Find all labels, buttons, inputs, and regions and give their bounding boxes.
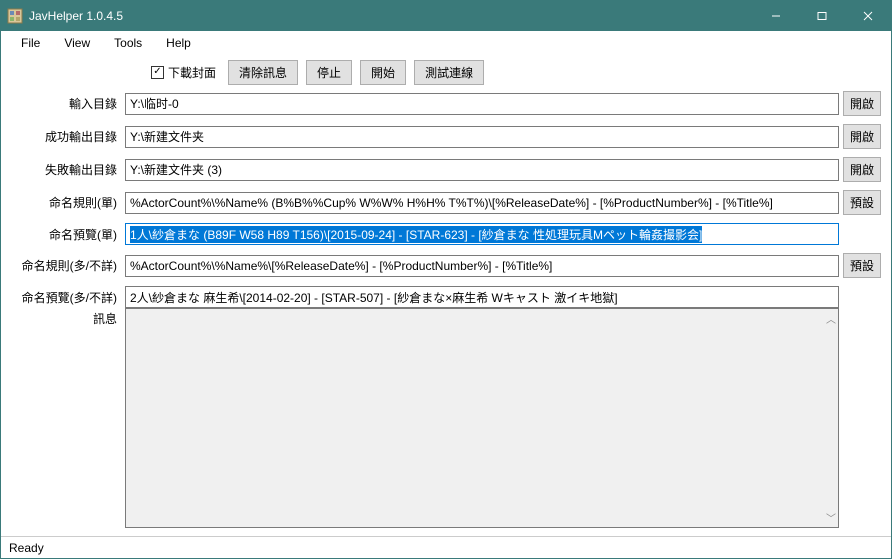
download-cover-label: 下載封面	[168, 64, 216, 81]
preview-single-field[interactable]: 1人\紗倉まな (B89F W58 H89 T156)\[2015-09-24]…	[125, 223, 839, 245]
toolbar: ✓ 下載封面 清除訊息 停止 開始 測試連線	[1, 55, 891, 89]
stop-button[interactable]: 停止	[306, 60, 352, 85]
menu-tools[interactable]: Tools	[102, 33, 154, 53]
label-success-dir: 成功輸出目錄	[11, 128, 121, 145]
row-rule-single: 命名規則(單) 預設	[11, 190, 881, 215]
label-messages: 訊息	[11, 308, 121, 327]
titlebar: JavHelper 1.0.4.5	[1, 1, 891, 31]
label-fail-dir: 失敗輸出目錄	[11, 161, 121, 178]
input-dir-field[interactable]	[125, 93, 839, 115]
success-dir-field[interactable]	[125, 126, 839, 148]
window-buttons	[753, 1, 891, 31]
start-button[interactable]: 開始	[360, 60, 406, 85]
row-input-dir: 輸入目錄 開啟	[11, 91, 881, 116]
open-success-dir-button[interactable]: 開啟	[843, 124, 881, 149]
label-rule-single: 命名規則(單)	[11, 194, 121, 211]
status-text: Ready	[9, 541, 44, 555]
menu-view[interactable]: View	[52, 33, 102, 53]
row-preview-multi: 命名預覽(多/不詳)	[11, 286, 881, 308]
test-connection-button[interactable]: 測試連線	[414, 60, 484, 85]
default-rule-multi-button[interactable]: 預設	[843, 253, 881, 278]
open-input-dir-button[interactable]: 開啟	[843, 91, 881, 116]
row-success-dir: 成功輸出目錄 開啟	[11, 124, 881, 149]
window-title: JavHelper 1.0.4.5	[29, 9, 753, 23]
messages-textarea[interactable]: ︿ ﹀	[125, 308, 839, 528]
label-rule-multi: 命名規則(多/不詳)	[11, 257, 121, 274]
checkbox-icon: ✓	[151, 66, 164, 79]
default-rule-single-button[interactable]: 預設	[843, 190, 881, 215]
row-rule-multi: 命名規則(多/不詳) 預設	[11, 253, 881, 278]
clear-messages-button[interactable]: 清除訊息	[228, 60, 298, 85]
row-preview-single: 命名預覽(單) 1人\紗倉まな (B89F W58 H89 T156)\[201…	[11, 223, 881, 245]
menu-help[interactable]: Help	[154, 33, 203, 53]
label-preview-multi: 命名預覽(多/不詳)	[11, 289, 121, 306]
menu-file[interactable]: File	[9, 33, 52, 53]
form-area: 輸入目錄 開啟 成功輸出目錄 開啟 失敗輸出目錄 開啟 命名規則(單) 預設 命…	[1, 89, 891, 308]
rule-multi-field[interactable]	[125, 255, 839, 277]
row-messages: 訊息 ︿ ﹀	[1, 308, 891, 536]
menubar: File View Tools Help	[1, 31, 891, 55]
fail-dir-field[interactable]	[125, 159, 839, 181]
app-window: JavHelper 1.0.4.5 File View Tools Help ✓…	[0, 0, 892, 559]
label-input-dir: 輸入目錄	[11, 95, 121, 112]
minimize-button[interactable]	[753, 1, 799, 31]
row-fail-dir: 失敗輸出目錄 開啟	[11, 157, 881, 182]
label-preview-single: 命名預覽(單)	[11, 226, 121, 243]
preview-single-text: 1人\紗倉まな (B89F W58 H89 T156)\[2015-09-24]…	[130, 226, 702, 243]
maximize-button[interactable]	[799, 1, 845, 31]
statusbar: Ready	[1, 536, 891, 558]
download-cover-checkbox[interactable]: ✓ 下載封面	[151, 64, 216, 81]
scroll-up-icon: ︿	[826, 311, 836, 326]
open-fail-dir-button[interactable]: 開啟	[843, 157, 881, 182]
close-button[interactable]	[845, 1, 891, 31]
scroll-down-icon: ﹀	[826, 510, 836, 525]
rule-single-field[interactable]	[125, 192, 839, 214]
preview-multi-field[interactable]	[125, 286, 839, 308]
app-icon	[7, 8, 23, 24]
